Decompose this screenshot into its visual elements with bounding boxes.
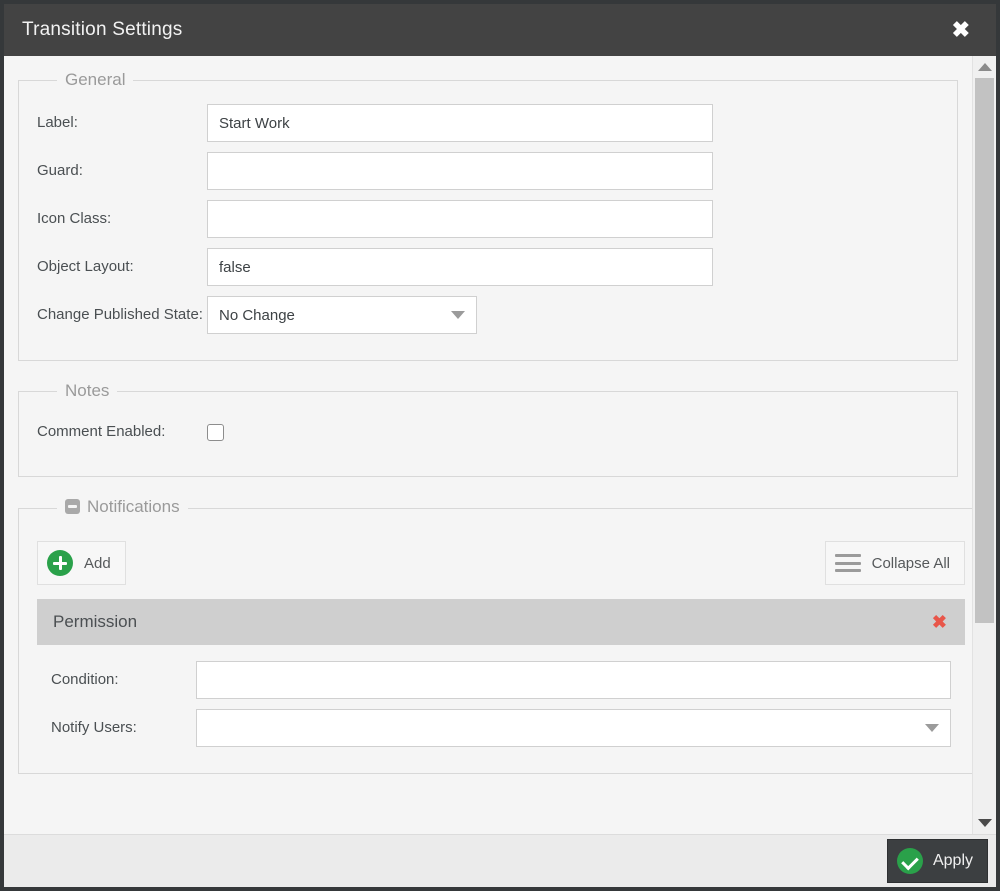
- scrollbar-thumb[interactable]: [975, 78, 994, 623]
- notification-item-title: Permission: [53, 612, 138, 632]
- notify-users-field-label: Notify Users:: [51, 718, 137, 736]
- field-row-notify-users: Notify Users:: [51, 709, 951, 748]
- vertical-scrollbar[interactable]: [972, 56, 996, 834]
- add-notification-button[interactable]: Add: [37, 541, 126, 586]
- hamburger-icon: [834, 554, 861, 573]
- field-row-object-layout: Object Layout: false: [37, 248, 939, 286]
- notifications-legend-label: Notifications: [87, 496, 180, 516]
- close-icon[interactable]: ✖: [948, 17, 974, 43]
- field-row-change-published-state: Change Published State: No Change: [37, 296, 939, 334]
- change-published-state-value: No Change: [219, 306, 295, 324]
- plus-circle-icon: [47, 550, 73, 577]
- notifications-panel: Notifications Add Collapse All Permissio…: [18, 496, 972, 775]
- notifications-toolbar: Add Collapse All: [37, 541, 965, 586]
- check-circle-icon: [896, 848, 923, 874]
- notifications-legend: Notifications: [57, 497, 188, 520]
- caret-up-icon: [977, 63, 992, 71]
- apply-button[interactable]: Apply: [886, 839, 988, 883]
- field-row-label: Label: Start Work: [37, 104, 939, 142]
- guard-field-label: Guard:: [37, 161, 83, 179]
- dialog-titlebar: Transition Settings ✖: [4, 4, 996, 56]
- field-row-condition: Condition:: [51, 661, 951, 700]
- notification-item-header[interactable]: Permission ✖: [37, 599, 965, 646]
- label-input[interactable]: Start Work: [207, 104, 713, 142]
- label-field-label: Label:: [37, 113, 78, 131]
- guard-input[interactable]: [207, 152, 713, 190]
- condition-field-label: Condition:: [51, 670, 119, 688]
- comment-enabled-checkbox[interactable]: [207, 423, 224, 441]
- comment-enabled-label: Comment Enabled:: [37, 423, 166, 440]
- field-row-guard: Guard:: [37, 152, 939, 190]
- scroll-content: General Label: Start Work Guard: Icon Cl…: [4, 56, 972, 834]
- scroll-down-button[interactable]: [973, 812, 996, 834]
- object-layout-input[interactable]: false: [207, 248, 713, 286]
- dialog-footer: Apply: [4, 834, 996, 887]
- scroll-up-button[interactable]: [973, 56, 996, 78]
- field-row-icon-class: Icon Class:: [37, 200, 939, 238]
- change-published-state-label: Change Published State:: [37, 306, 203, 324]
- chevron-down-icon: [925, 724, 939, 733]
- notes-panel: Notes Comment Enabled:: [18, 381, 958, 477]
- delete-notification-icon[interactable]: ✖: [932, 613, 947, 631]
- icon-class-field-label: Icon Class:: [37, 209, 112, 227]
- field-row-comment-enabled: Comment Enabled:: [37, 423, 939, 442]
- dialog-body: General Label: Start Work Guard: Icon Cl…: [4, 56, 996, 834]
- chevron-down-icon: [451, 311, 465, 319]
- notification-item: Permission ✖ Condition: Notify Users:: [37, 599, 965, 748]
- apply-button-label: Apply: [932, 852, 973, 869]
- change-published-state-select[interactable]: No Change: [207, 296, 477, 334]
- general-legend: General: [65, 70, 126, 89]
- notification-item-body: Condition: Notify Users:: [37, 645, 965, 748]
- general-panel: General Label: Start Work Guard: Icon Cl…: [18, 70, 958, 361]
- dialog-title: Transition Settings: [22, 19, 183, 40]
- object-layout-field-label: Object Layout:: [37, 257, 134, 275]
- caret-down-icon: [977, 819, 992, 827]
- transition-settings-dialog: Transition Settings ✖ General Label: Sta…: [0, 0, 1000, 891]
- condition-input[interactable]: [196, 661, 951, 700]
- notes-legend: Notes: [65, 381, 110, 400]
- collapse-all-label: Collapse All: [871, 554, 950, 572]
- notify-users-select[interactable]: [196, 709, 951, 748]
- icon-class-input[interactable]: [207, 200, 713, 238]
- minus-box-icon[interactable]: [65, 499, 80, 515]
- add-button-label: Add: [84, 554, 111, 572]
- collapse-all-button[interactable]: Collapse All: [824, 541, 965, 586]
